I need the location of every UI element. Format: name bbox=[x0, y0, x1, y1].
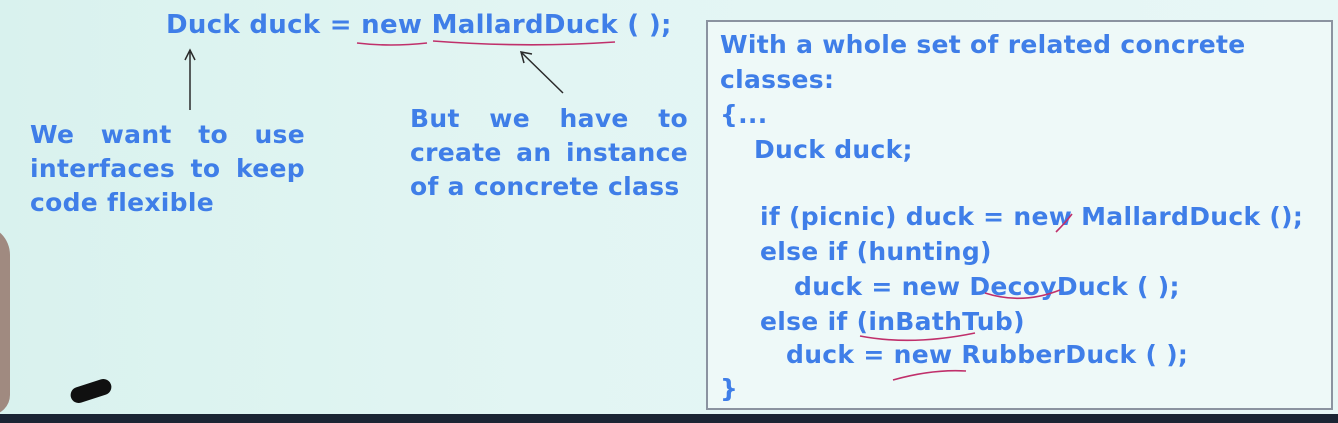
panel-heading-line1: With a whole set of related concrete bbox=[720, 30, 1246, 59]
underline-new bbox=[356, 42, 428, 46]
code-line-close-brace: } bbox=[720, 374, 739, 403]
code-line-if-picnic: if (picnic) duck = new MallardDuck (); bbox=[760, 202, 1304, 231]
code-line-else-bathtub: else if (inBathTub) bbox=[760, 307, 1025, 336]
code-line-open-brace: {... bbox=[720, 100, 768, 129]
code-panel: With a whole set of related concrete cla… bbox=[706, 20, 1333, 410]
code-statement: Duck duck = new MallardDuck ( ); bbox=[166, 8, 672, 42]
code-line-else-hunting: else if (hunting) bbox=[760, 237, 992, 266]
panel-heading-line2: classes: bbox=[720, 65, 835, 94]
code-suffix: ( ); bbox=[617, 10, 672, 40]
instance-note: But we have to create an instance of a c… bbox=[410, 104, 688, 201]
new-keyword: new bbox=[361, 10, 423, 40]
diagonal-arrow-icon bbox=[519, 51, 564, 94]
code-line-decoy: duck = new DecoyDuck ( ); bbox=[794, 272, 1180, 301]
class-name: MallardDuck bbox=[431, 10, 618, 40]
presenter-hand bbox=[0, 225, 10, 415]
code-line-rubber: duck = new RubberDuck ( ); bbox=[786, 340, 1189, 369]
bottom-bar bbox=[0, 414, 1338, 423]
interfaces-note: We want to use interfaces to keep code f… bbox=[30, 120, 305, 217]
up-arrow-icon bbox=[184, 48, 196, 110]
presenter-pen bbox=[68, 376, 114, 406]
code-prefix: Duck duck = bbox=[166, 10, 362, 40]
code-line-declaration: Duck duck; bbox=[754, 135, 913, 164]
